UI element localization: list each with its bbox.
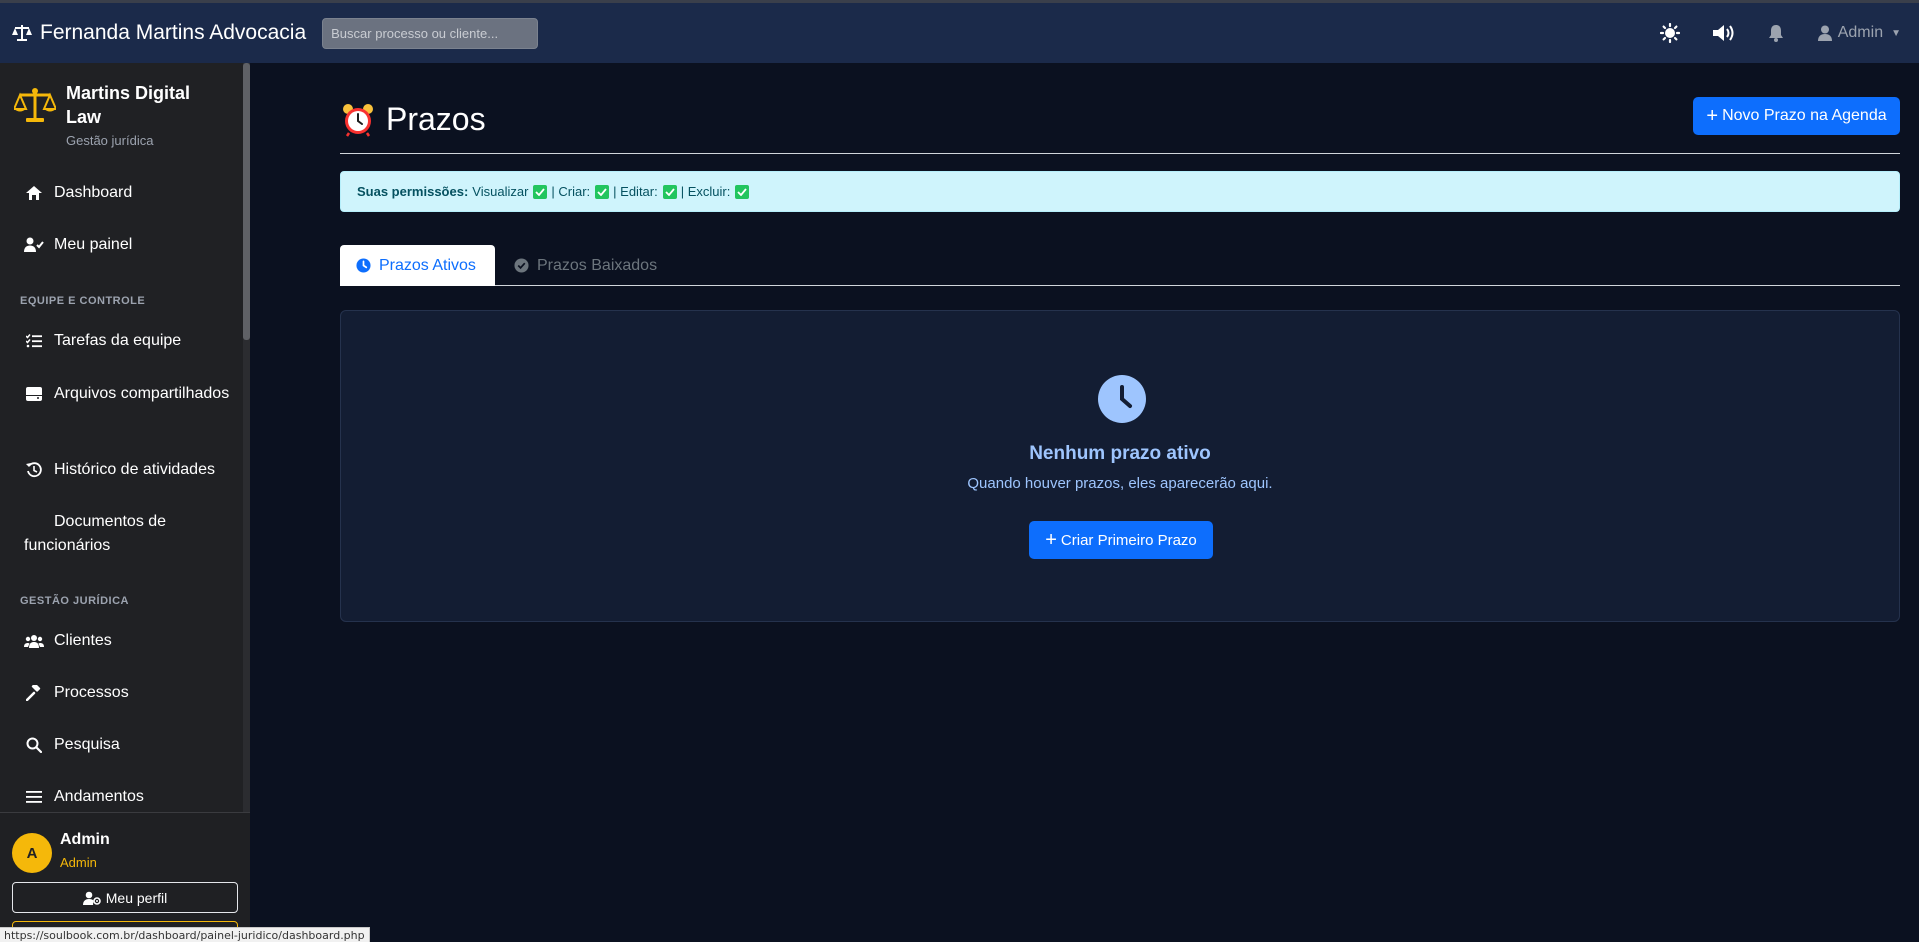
user-menu-label: Admin	[1837, 24, 1884, 41]
hdd-icon	[26, 387, 42, 401]
sidebar-brand[interactable]: Martins Digital Law Gestão jurídica	[14, 81, 226, 148]
check-icon	[595, 184, 610, 199]
page-header: Prazos + Novo Prazo na Agenda	[340, 97, 1900, 154]
users-icon	[24, 635, 44, 648]
sidebar-item-label: Tarefas da equipe	[54, 332, 182, 349]
caret-down-icon: ▼	[1891, 27, 1901, 39]
sidebar-brand-title: Martins Digital Law	[66, 83, 191, 127]
plus-icon: +	[1045, 529, 1057, 551]
scale-icon	[12, 25, 32, 41]
list-check-icon	[26, 334, 42, 348]
brand-name: Fernanda Martins Advocacia	[40, 21, 307, 44]
tab-prazos-baixados[interactable]: Prazos Baixados	[498, 245, 673, 286]
permissions-label: Suas permissões:	[357, 184, 469, 199]
clock-icon	[1098, 375, 1146, 423]
page-title-text: Prazos	[386, 101, 486, 137]
empty-state-title: Nenhum prazo ativo	[1029, 443, 1211, 464]
tab-label: Prazos Baixados	[537, 256, 658, 274]
theme-toggle[interactable]	[1659, 23, 1680, 43]
sidebar-item-clientes[interactable]: Clientes	[24, 629, 234, 653]
empty-state-description: Quando houver prazos, eles aparecerão aq…	[967, 475, 1273, 492]
user-icon	[1817, 25, 1832, 41]
sidebar-scrollbar-thumb[interactable]	[243, 63, 250, 340]
sidebar-section-equipe: EQUIPE E CONTROLE	[20, 295, 146, 307]
plus-icon: +	[1706, 105, 1719, 127]
sidebar-item-meu-painel[interactable]: Meu painel	[24, 233, 234, 257]
my-profile-button[interactable]: Meu perfil	[12, 882, 238, 913]
tab-prazos-ativos[interactable]: Prazos Ativos	[340, 245, 495, 286]
permissions-alert: Suas permissões: Visualizar | Criar: | E…	[340, 171, 1900, 212]
sidebar-user-panel: A Admin Admin Meu perfil	[0, 812, 250, 942]
sidebar-item-label: Pesquisa	[54, 736, 120, 753]
sidebar-item-label: Histórico de atividades	[54, 461, 215, 478]
sidebar-item-label: Arquivos compartilhados	[54, 385, 230, 402]
sidebar-item-label: Dashboard	[54, 184, 133, 201]
top-navbar: Fernanda Martins Advocacia Buscar proces…	[0, 0, 1919, 63]
sidebar-item-label: Andamentos	[54, 788, 144, 805]
empty-state-card: Nenhum prazo ativo Quando houver prazos,…	[340, 310, 1900, 622]
sidebar-item-documentos[interactable]: Documentos de funcionários	[24, 510, 234, 558]
avatar[interactable]: A	[12, 833, 52, 873]
page-title: Prazos	[342, 101, 486, 138]
sidebar-brand-subtitle: Gestão jurídica	[66, 133, 154, 148]
deadline-tabs: Prazos Ativos Prazos Baixados	[340, 245, 1900, 286]
sidebar-item-historico[interactable]: Histórico de atividades	[24, 458, 234, 482]
scale-icon	[14, 88, 56, 122]
status-bar-url: https://soulbook.com.br/dashboard/painel…	[0, 927, 370, 942]
permission-edit-label: | Editar:	[613, 184, 658, 199]
user-check-icon	[24, 237, 44, 252]
sidebar-item-tarefas[interactable]: Tarefas da equipe	[24, 329, 234, 353]
history-icon	[26, 462, 42, 478]
search-icon	[26, 737, 42, 753]
sound-toggle[interactable]	[1712, 23, 1738, 43]
permission-create-label: | Criar:	[551, 184, 591, 199]
sun-icon	[1659, 23, 1680, 43]
sidebar-item-processos[interactable]: Processos	[24, 681, 234, 705]
sidebar-item-andamentos[interactable]: Andamentos	[24, 785, 234, 809]
user-gear-icon	[82, 891, 101, 905]
bars-icon	[26, 791, 42, 803]
volume-icon	[1712, 25, 1734, 41]
sidebar-item-label: Processos	[54, 684, 129, 701]
permission-delete-label: | Excluir:	[680, 184, 731, 199]
sidebar-item-label: Clientes	[54, 632, 112, 649]
sidebar-item-dashboard[interactable]: Dashboard	[24, 181, 234, 205]
new-deadline-label: Novo Prazo na Agenda	[1722, 107, 1887, 124]
tab-label: Prazos Ativos	[379, 256, 476, 274]
user-name: Admin	[60, 831, 110, 848]
sidebar-scrollbar[interactable]	[243, 63, 250, 942]
check-icon	[533, 184, 548, 199]
user-role: Admin	[60, 855, 97, 870]
bell-icon	[1768, 25, 1783, 42]
sidebar-item-label: Documentos de funcionários	[24, 513, 167, 554]
search-input[interactable]	[322, 17, 539, 49]
home-icon	[26, 186, 42, 200]
permission-view-label: Visualizar	[472, 184, 529, 199]
sidebar-item-arquivos[interactable]: Arquivos compartilhados	[24, 382, 234, 406]
create-first-deadline-button[interactable]: + Criar Primeiro Prazo	[1029, 521, 1213, 559]
navbar-brand[interactable]: Fernanda Martins Advocacia	[12, 21, 306, 45]
new-deadline-button[interactable]: + Novo Prazo na Agenda	[1693, 97, 1900, 135]
check-icon	[662, 184, 677, 199]
sidebar-item-label: Meu painel	[54, 236, 133, 253]
sidebar-item-pesquisa[interactable]: Pesquisa	[24, 733, 234, 757]
alarm-clock-icon	[343, 103, 373, 137]
sidebar-section-gestao: GESTÃO JURÍDICA	[20, 595, 129, 607]
gavel-icon	[26, 685, 41, 701]
notifications-button[interactable]	[1768, 24, 1784, 42]
check-circle-icon	[514, 258, 529, 273]
create-first-deadline-label: Criar Primeiro Prazo	[1060, 531, 1197, 549]
check-icon	[735, 184, 750, 199]
user-menu[interactable]: Admin ▼	[1817, 24, 1901, 42]
sidebar: Martins Digital Law Gestão jurídica Dash…	[0, 63, 250, 942]
my-profile-label: Meu perfil	[105, 889, 168, 906]
clock-icon	[356, 258, 371, 273]
